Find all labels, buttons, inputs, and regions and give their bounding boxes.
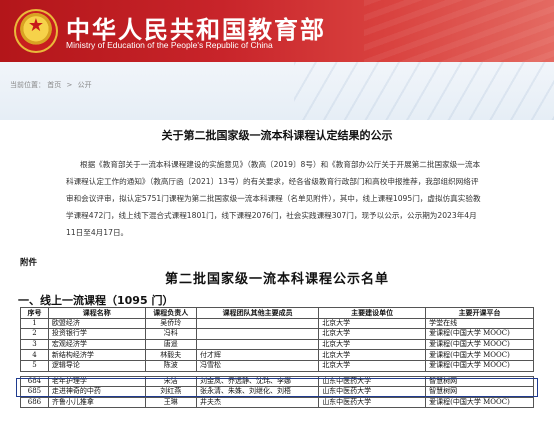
col-header-unit: 主要建设单位 [318,307,427,319]
table-header-row: 序号 课程名称 课程负责人 课程团队其他主要成员 主要建设单位 主要开课平台 [20,307,534,319]
col-header-platform: 主要开课平台 [425,307,534,319]
cell-platform: 爱课程(中国大学 MOOC) [425,359,534,372]
table-row: 686 齐鲁小儿推拿 王琳 井夫杰 山东中医药大学 爱课程(中国大学 MOOC) [20,396,534,409]
cell-team [195,328,320,340]
cell-lead: 唐遥 [144,338,197,351]
cell-platform: 智慧树网 [425,386,534,398]
breadcrumb-item-home[interactable]: 首页 [47,81,61,89]
table-row: 684 老年护理学 宋洁 刘金凤、乔远静、沈玮、李娜 山东中医药大学 智慧树网 [20,375,534,388]
table-body-bottom: 684 老年护理学 宋洁 刘金凤、乔远静、沈玮、李娜 山东中医药大学 智慧树网 685 走进神… [20,375,534,409]
breadcrumb: 当前位置： 首页 > 公开 [10,80,92,90]
col-header-course: 课程名称 [47,307,146,319]
breadcrumb-prefix: 当前位置： [10,81,45,89]
site-subtitle: Ministry of Education of the People's Re… [66,40,273,50]
cell-unit: 北京大学 [318,317,427,330]
cell-unit: 北京大学 [318,349,427,361]
cell-team: 张永清、朱姝、刘继化、刘梧 [195,386,320,398]
cell-index: 685 [20,386,49,398]
cell-team: 付才辉 [195,349,320,361]
cell-lead: 宋洁 [144,375,197,388]
table-row: 2 投资银行学 冯科 北京大学 爱课程(中国大学 MOOC) [20,328,534,340]
course-table: 序号 课程名称 课程负责人 课程团队其他主要成员 主要建设单位 主要开课平台 1… [20,307,534,409]
cell-unit: 北京大学 [318,328,427,340]
national-emblem-icon: ★ [14,9,58,53]
cell-index: 684 [20,375,49,388]
table-row: 685 走进神奇的中药 刘红燕 张永清、朱姝、刘继化、刘梧 山东中医药大学 智慧树网 [20,386,534,398]
cell-course: 欧盟经济 [47,317,146,330]
col-header-index: 序号 [20,307,49,319]
cell-unit: 山东中医药大学 [318,396,427,409]
table-row: 5 逻辑导论 陈波 冯雪松 北京大学 爱课程(中国大学 MOOC) [20,359,534,372]
cell-course: 投资银行学 [47,328,146,340]
cell-index: 5 [20,359,49,372]
col-header-team: 课程团队其他主要成员 [195,307,320,319]
cell-index: 3 [20,338,49,351]
table-row: 4 新结构经济学 林毅夫 付才辉 北京大学 爱课程(中国大学 MOOC) [20,349,534,361]
cell-lead: 林毅夫 [144,349,197,361]
cell-unit: 山东中医药大学 [318,375,427,388]
site-header-banner: ★ 中华人民共和国教育部 Ministry of Education of th… [0,0,554,62]
cell-team: 井夫杰 [195,396,320,409]
col-header-lead: 课程负责人 [144,307,197,319]
article-body: 根据《教育部关于一流本科课程建设的实施意见》（教高〔2019〕8号）和《教育部办… [66,160,481,237]
cell-unit: 北京大学 [318,338,427,351]
cell-platform: 爱课程(中国大学 MOOC) [425,396,534,409]
cell-course: 老年护理学 [47,375,146,388]
cell-team: 刘金凤、乔远静、沈玮、李娜 [195,375,320,388]
cell-index: 2 [20,328,49,340]
cell-platform: 爱课程(中国大学 MOOC) [425,338,534,351]
section-title: 一、线上一流课程（1095 门） [18,294,174,307]
cell-course: 逻辑导论 [47,359,146,372]
cell-lead: 王琳 [144,396,197,409]
cell-index: 1 [20,317,49,330]
breadcrumb-separator: > [66,81,73,89]
cell-platform: 学堂在线 [425,317,534,330]
cell-lead: 冯科 [144,328,197,340]
cell-course: 新结构经济学 [47,349,146,361]
attachment-label: 附件 [20,258,38,268]
cell-lead: 吴侨玲 [144,317,197,330]
cell-course: 齐鲁小儿推拿 [47,396,146,409]
cell-platform: 爱课程(中国大学 MOOC) [425,349,534,361]
cell-team [195,317,320,330]
cell-unit: 山东中医药大学 [318,386,427,398]
article-title: 关于第二批国家级一流本科课程认定结果的公示 [161,129,393,142]
cell-index: 4 [20,349,49,361]
cell-unit: 北京大学 [318,359,427,372]
breadcrumb-bar: 当前位置： 首页 > 公开 [0,62,554,120]
cell-index: 686 [20,396,49,409]
list-title: 第二批国家级一流本科课程公示名单 [164,272,389,287]
cell-team: 冯雪松 [195,359,320,372]
cell-course: 走进神奇的中药 [47,386,146,398]
cell-lead: 陈波 [144,359,197,372]
breadcrumb-item-public[interactable]: 公开 [78,81,92,89]
cell-lead: 刘红燕 [144,386,197,398]
table-body-top: 1 欧盟经济 吴侨玲 北京大学 学堂在线 2 投资银行学 冯科 北京大学 爱课程(中国大学 MOO… [20,317,534,372]
cell-platform: 爱课程(中国大学 MOOC) [425,328,534,340]
cell-course: 宏观经济学 [47,338,146,351]
cell-platform: 智慧树网 [425,375,534,388]
cell-team [195,338,320,351]
table-row: 3 宏观经济学 唐遥 北京大学 爱课程(中国大学 MOOC) [20,338,534,351]
table-row: 1 欧盟经济 吴侨玲 北京大学 学堂在线 [20,317,534,330]
